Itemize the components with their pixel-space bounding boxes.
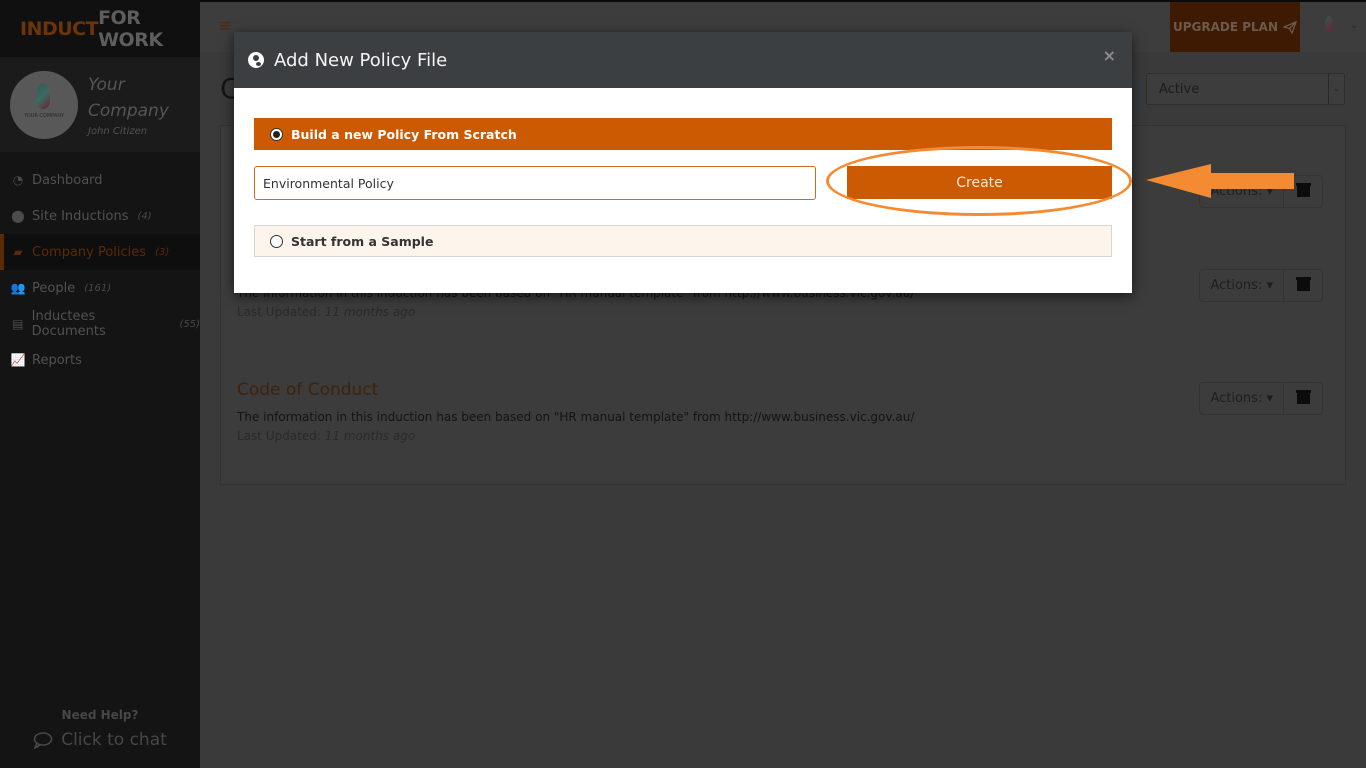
company-logo[interactable]: YOUR COMPANY — [10, 70, 78, 139]
policy-title[interactable]: Code of Conduct — [237, 380, 1327, 400]
users-icon: 👥 — [10, 281, 26, 295]
actions-dropdown-button[interactable]: Actions: ▾ — [1200, 176, 1284, 207]
menu-toggle-icon[interactable]: ≡ — [218, 16, 232, 36]
option-scratch-label: Build a new Policy From Scratch — [291, 126, 517, 142]
status-filter-select[interactable]: Active ⌄ — [1146, 73, 1345, 105]
radio-start-from-sample[interactable] — [270, 234, 283, 248]
archive-icon — [1295, 390, 1311, 404]
policy-last-updated: Last Updated: 11 months ago — [237, 429, 1327, 443]
sidebar-item-label: Dashboard — [32, 172, 103, 188]
map-marker-icon: ⬤ — [11, 209, 25, 223]
sidebar-item-inductees-documents[interactable]: ▤ Inductees Documents (55) — [0, 306, 200, 342]
sidebar-nav: ◔ Dashboard ⬤ Site Inductions (4) ▰ Comp… — [0, 162, 200, 378]
help-title: Need Help? — [61, 708, 139, 722]
brand-part2: FOR WORK — [98, 6, 163, 51]
sidebar-item-label: People — [32, 280, 76, 296]
policy-item: Code of Conduct The information in this … — [237, 380, 1327, 443]
sidebar-item-dashboard[interactable]: ◔ Dashboard — [0, 162, 200, 198]
line-chart-icon: 📈 — [10, 353, 26, 367]
brand-part1: INDUCT — [20, 17, 99, 40]
upgrade-plan-label: UPGRADE PLAN — [1172, 20, 1279, 34]
chevron-down-icon: ⌄ — [1328, 74, 1344, 104]
sidebar-item-label: Company Policies — [32, 244, 147, 260]
archive-button[interactable] — [1284, 270, 1322, 301]
account-chevron-down-icon[interactable]: ⌄ — [1350, 20, 1358, 31]
logo-leaf-icon — [36, 82, 50, 109]
option-start-from-sample[interactable]: Start from a Sample — [254, 225, 1112, 257]
dashboard-icon: ◔ — [12, 173, 24, 187]
book-icon: ▰ — [13, 245, 23, 259]
last-updated-label: Last Updated: — [237, 305, 321, 319]
archive-icon — [1295, 183, 1311, 197]
user-name: John Citizen — [88, 126, 148, 137]
logo-text: YOUR COMPANY — [23, 112, 65, 119]
modal-title: Add New Policy File — [274, 49, 448, 71]
click-to-chat-link[interactable]: Click to chat — [0, 730, 200, 750]
profile: YOUR COMPANY Your Company John Citizen — [0, 57, 200, 152]
actions-label: Actions: — [1210, 184, 1263, 199]
sidebar-item-label: Inductees Documents — [31, 309, 106, 339]
add-policy-modal: Add New Policy File × Build a new Policy… — [234, 32, 1132, 293]
sidebar-item-count: (4) — [137, 210, 152, 222]
document-icon: ▤ — [12, 317, 24, 331]
sidebar-item-reports[interactable]: 📈 Reports — [0, 342, 200, 378]
create-button[interactable]: Create — [847, 166, 1112, 199]
chat-label: Click to chat — [61, 730, 167, 750]
policy-last-updated: Last Updated: 11 months ago — [237, 305, 1327, 319]
sidebar-item-people[interactable]: 👥 People (161) — [0, 270, 200, 306]
policy-description: The information in this induction has be… — [237, 410, 915, 424]
last-updated-value: 11 months ago — [324, 429, 416, 443]
option-sample-label: Start from a Sample — [291, 233, 434, 249]
actions-label: Actions: — [1210, 391, 1263, 406]
archive-button[interactable] — [1284, 176, 1322, 207]
close-icon[interactable]: × — [1103, 46, 1116, 65]
policy-actions-group: Actions: ▾ — [1199, 175, 1323, 208]
account-avatar[interactable] — [1316, 14, 1342, 40]
actions-dropdown-button[interactable]: Actions: ▾ — [1200, 270, 1284, 301]
policy-actions-group: Actions: ▾ — [1199, 382, 1323, 415]
last-updated-value: 11 months ago — [324, 305, 416, 319]
avatar-logo-icon — [1325, 16, 1333, 32]
archive-button[interactable] — [1284, 383, 1322, 414]
sidebar-item-site-inductions[interactable]: ⬤ Site Inductions (4) — [0, 198, 200, 234]
brand-logo[interactable]: INDUCT FOR WORK — [0, 0, 200, 57]
sidebar-item-label: Site Inductions — [32, 208, 129, 224]
paper-plane-icon — [1283, 20, 1298, 34]
globe-icon — [248, 52, 264, 68]
sidebar: INDUCT FOR WORK YOUR COMPANY Your Company… — [0, 0, 200, 768]
chat-bubble-icon — [33, 732, 53, 749]
company-name-line1: Your — [88, 75, 125, 95]
sidebar-item-label: Reports — [32, 352, 82, 368]
sidebar-item-count: (55) — [179, 318, 200, 330]
radio-build-from-scratch[interactable] — [270, 127, 283, 141]
modal-header: Add New Policy File × — [234, 32, 1132, 88]
help-section: Need Help? Click to chat — [0, 698, 200, 768]
archive-icon — [1295, 277, 1311, 291]
company-name-line2: Company — [88, 101, 169, 121]
policy-name-input[interactable] — [254, 166, 816, 200]
sidebar-item-company-policies[interactable]: ▰ Company Policies (3) — [0, 234, 200, 270]
actions-dropdown-button[interactable]: Actions: ▾ — [1200, 383, 1284, 414]
policy-actions-group: Actions: ▾ — [1199, 269, 1323, 302]
last-updated-label: Last Updated: — [237, 429, 321, 443]
actions-label: Actions: — [1210, 278, 1263, 293]
upgrade-plan-button[interactable]: UPGRADE PLAN — [1170, 2, 1300, 52]
sidebar-item-count: (161) — [84, 282, 112, 294]
sidebar-item-count: (3) — [155, 246, 170, 258]
status-filter-value: Active — [1159, 81, 1200, 97]
option-build-from-scratch[interactable]: Build a new Policy From Scratch — [254, 118, 1112, 150]
